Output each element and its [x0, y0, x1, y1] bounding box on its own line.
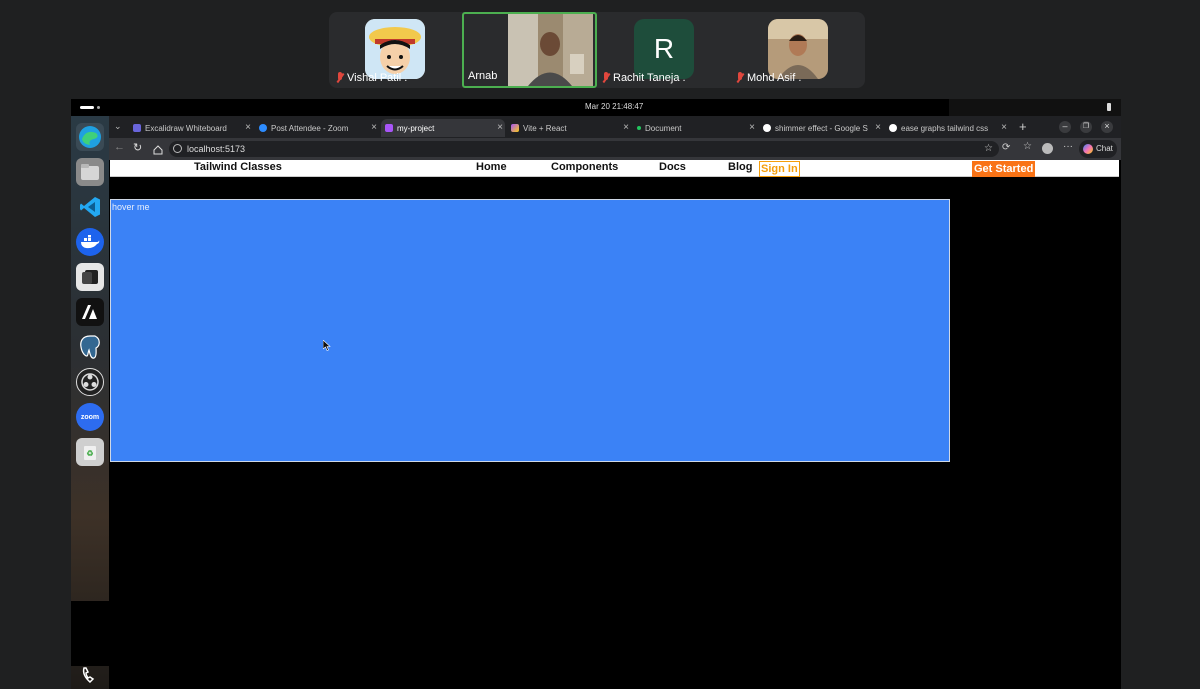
vite-favicon-icon	[385, 124, 393, 132]
tab-shimmer-effect[interactable]: shimmer effect - Google S ×	[759, 119, 883, 137]
dock-bottom-area	[71, 601, 109, 666]
extensions-icon[interactable]: ⟳	[1002, 142, 1010, 153]
svg-text:♻: ♻	[86, 449, 93, 458]
phone-icon[interactable]	[76, 661, 104, 689]
tab-close-icon[interactable]: ×	[749, 122, 755, 133]
nav-docs[interactable]: Docs	[659, 161, 686, 173]
workspace-dot	[97, 106, 100, 109]
terminal-icon[interactable]	[76, 263, 104, 291]
brand-title[interactable]: Tailwind Classes	[194, 161, 282, 173]
participant-tile-vishal[interactable]: Vishal Patil .	[329, 12, 459, 88]
nav-blog[interactable]: Blog	[728, 161, 752, 173]
participant-name: Rachit Taneja .	[601, 72, 686, 84]
tab-vite-react[interactable]: Vite + React ×	[507, 119, 631, 137]
participant-name: Mohd Asif .	[735, 72, 801, 84]
document-favicon-icon	[637, 126, 641, 130]
system-tray[interactable]	[949, 99, 1121, 116]
activities-indicator[interactable]	[80, 106, 94, 109]
tab-bar: ⌄ Excalidraw Whiteboard × Post Attendee -…	[109, 116, 1121, 138]
zoom-participant-strip: Vishal Patil . Arnab R Rachit Taneja . M…	[329, 12, 865, 88]
tab-close-icon[interactable]: ×	[623, 122, 629, 133]
vite-favicon-icon	[511, 124, 519, 132]
obs-icon[interactable]	[76, 368, 104, 396]
minimize-icon[interactable]: –	[1059, 121, 1071, 133]
tab-close-icon[interactable]: ×	[245, 122, 251, 133]
get-started-button[interactable]: Get Started	[972, 161, 1036, 177]
sign-in-button[interactable]: Sign In	[759, 161, 800, 177]
copilot-icon	[1083, 144, 1093, 154]
google-favicon-icon	[763, 124, 771, 132]
google-favicon-icon	[889, 124, 897, 132]
excalidraw-favicon-icon	[133, 124, 141, 132]
tab-document[interactable]: Document ×	[633, 119, 757, 137]
zoom-favicon-icon	[259, 124, 267, 132]
more-menu-icon[interactable]: ···	[1063, 141, 1073, 152]
back-icon[interactable]: ←	[114, 141, 125, 153]
participant-tile-rachit[interactable]: R Rachit Taneja .	[599, 12, 731, 88]
new-tab-button[interactable]: +	[1019, 119, 1027, 134]
anthropic-icon[interactable]	[76, 298, 104, 326]
muted-mic-icon	[335, 72, 345, 84]
participant-video	[508, 14, 593, 86]
vscode-icon[interactable]	[76, 193, 104, 221]
url-input[interactable]: localhost:5173 ☆	[169, 141, 999, 157]
participant-name: Arnab	[468, 70, 498, 82]
copilot-chat-button[interactable]: Chat	[1079, 140, 1117, 158]
muted-mic-icon	[601, 72, 611, 84]
browser-window: ⌄ Excalidraw Whiteboard × Post Attendee -…	[109, 116, 1121, 689]
participant-name: Vishal Patil .	[335, 72, 407, 84]
profile-avatar[interactable]	[1042, 143, 1053, 154]
battery-icon	[1107, 103, 1111, 111]
nav-components[interactable]: Components	[551, 161, 618, 173]
os-top-bar: Mar 20 21:48:47	[71, 99, 1121, 116]
participant-initial-avatar: R	[634, 19, 694, 79]
web-page: Tailwind Classes Home Components Docs Bl…	[110, 160, 1119, 689]
hover-box-label: hover me	[112, 202, 150, 212]
trash-icon[interactable]: ♻	[76, 438, 104, 466]
participant-avatar	[768, 19, 828, 79]
favorites-icon[interactable]: ☆	[1023, 141, 1032, 152]
home-icon[interactable]	[153, 142, 163, 160]
bookmark-star-icon[interactable]: ☆	[984, 141, 993, 157]
close-window-icon[interactable]: ×	[1101, 121, 1113, 133]
tab-ease-graphs[interactable]: ease graphs tailwind css ×	[885, 119, 1009, 137]
edge-icon[interactable]	[76, 123, 104, 151]
clock[interactable]: Mar 20 21:48:47	[585, 102, 643, 111]
participant-tile-arnab[interactable]: Arnab	[462, 12, 597, 88]
tab-excalidraw[interactable]: Excalidraw Whiteboard ×	[129, 119, 253, 137]
tab-close-icon[interactable]: ×	[1001, 122, 1007, 133]
postgres-icon[interactable]	[76, 333, 104, 361]
nav-home[interactable]: Home	[476, 161, 507, 173]
participant-avatar	[365, 19, 425, 79]
address-bar-row: ← ↻ localhost:5173 ☆ ⟳ ☆ ··· Chat	[109, 138, 1121, 160]
docker-icon[interactable]	[76, 228, 104, 256]
tab-close-icon[interactable]: ×	[497, 122, 503, 133]
files-icon[interactable]	[76, 158, 104, 186]
tab-close-icon[interactable]: ×	[371, 122, 377, 133]
tab-list-chevron-icon[interactable]: ⌄	[114, 121, 122, 132]
participant-tile-mohd[interactable]: Mohd Asif .	[733, 12, 865, 88]
restore-icon[interactable]: ❐	[1080, 121, 1092, 133]
muted-mic-icon	[735, 72, 745, 84]
site-info-icon[interactable]	[173, 144, 182, 153]
reload-icon[interactable]: ↻	[133, 141, 142, 154]
hover-box[interactable]: hover me	[110, 199, 950, 462]
tab-close-icon[interactable]: ×	[875, 122, 881, 133]
tab-post-attendee-zoom[interactable]: Post Attendee - Zoom ×	[255, 119, 379, 137]
zoom-icon[interactable]: zoom	[76, 403, 104, 431]
mouse-cursor-icon	[323, 340, 331, 351]
app-dock: zoom ♻	[71, 116, 109, 689]
site-navbar: Tailwind Classes Home Components Docs Bl…	[110, 160, 1119, 177]
tab-my-project[interactable]: my-project ×	[381, 119, 505, 137]
